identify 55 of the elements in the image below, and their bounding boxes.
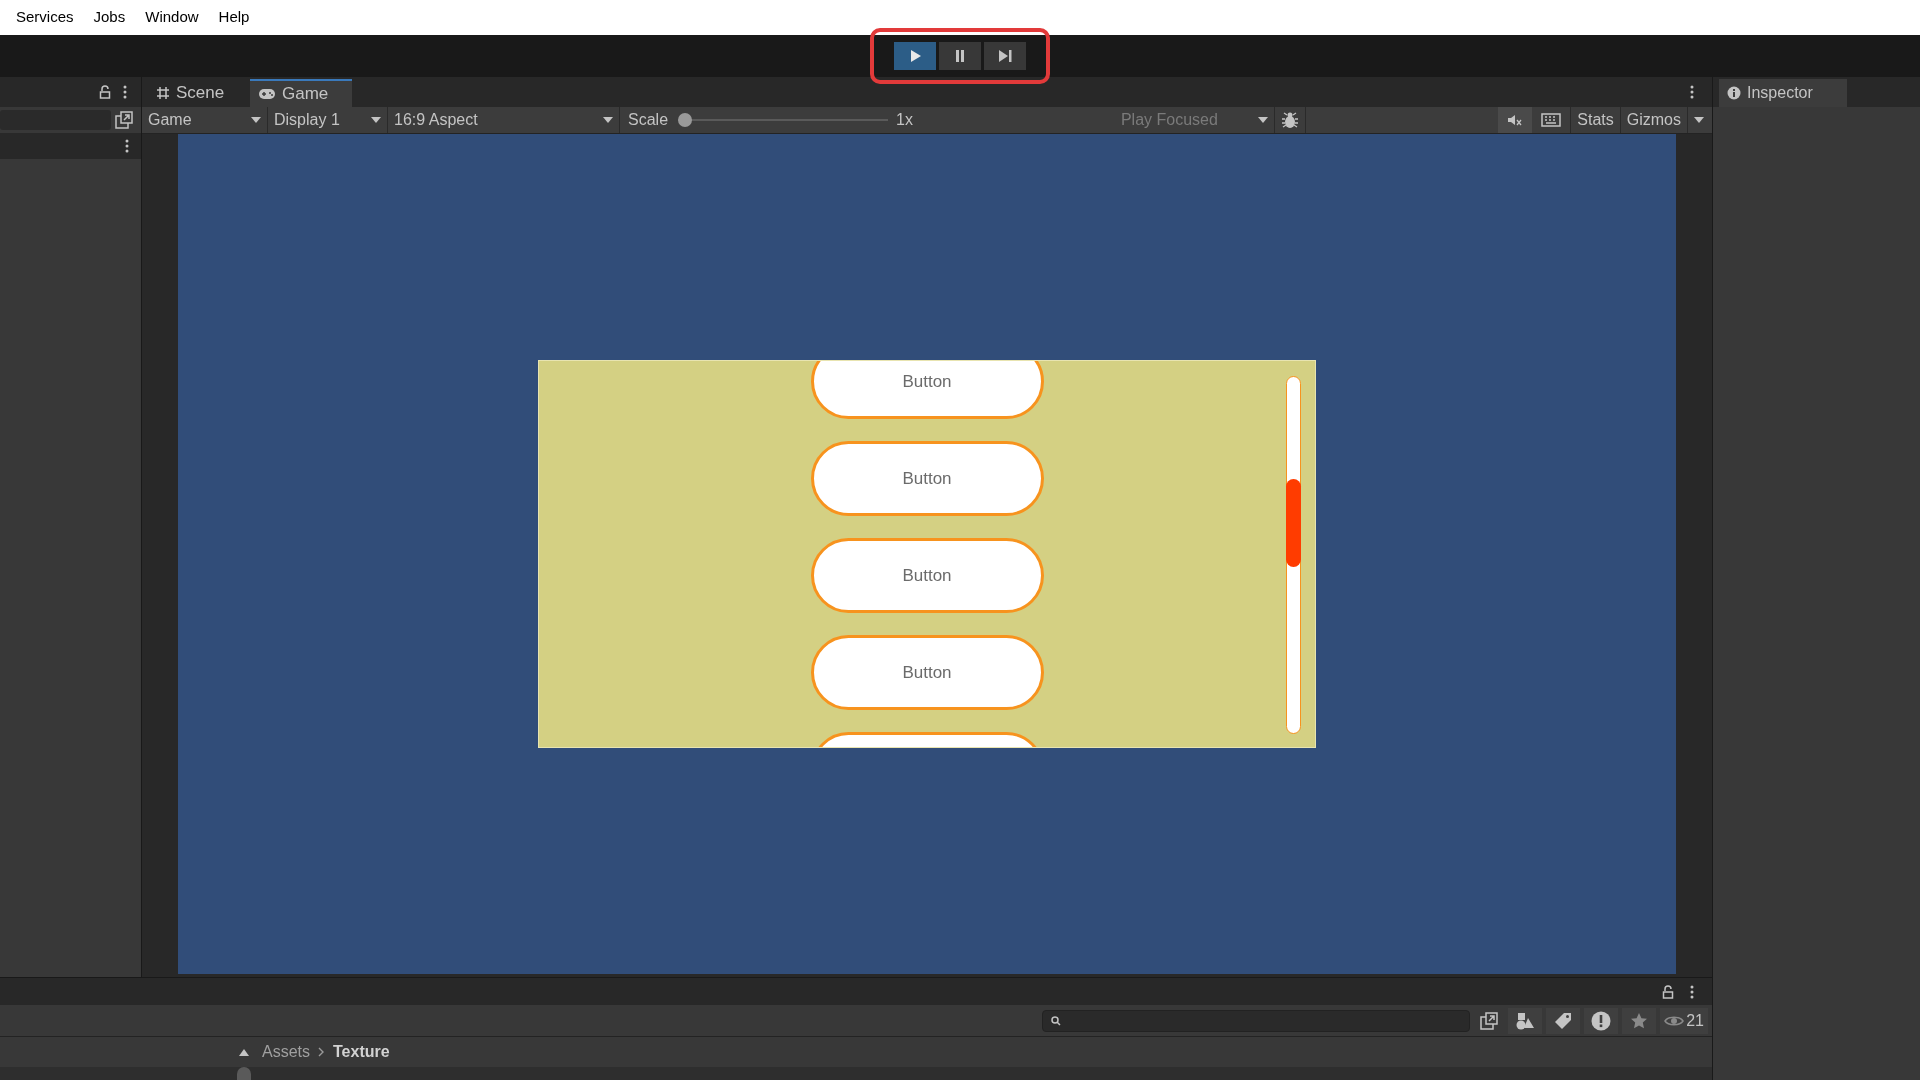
scale-label: Scale — [627, 110, 670, 130]
pause-button[interactable] — [939, 42, 981, 70]
more-options-icon[interactable] — [125, 139, 129, 153]
scale-slider[interactable] — [678, 113, 889, 127]
caret-icon — [1257, 117, 1268, 123]
grid-icon — [156, 86, 170, 100]
caret-icon — [371, 117, 381, 123]
step-icon — [996, 47, 1014, 65]
more-options-icon[interactable] — [1690, 85, 1694, 99]
scale-value: 1x — [895, 110, 913, 130]
stats-button[interactable]: Stats — [1570, 107, 1620, 133]
aspect-dropdown[interactable]: 16:9 Aspect — [388, 107, 620, 133]
display-dropdown[interactable]: Display 1 — [268, 107, 388, 133]
search-icon — [1051, 1015, 1062, 1026]
mute-audio-icon[interactable] — [1498, 107, 1533, 133]
game-button[interactable]: Button — [810, 635, 1044, 710]
scrollbar-handle[interactable] — [1286, 479, 1301, 567]
more-options-icon[interactable] — [1690, 984, 1694, 999]
scroll-up-icon[interactable] — [239, 1048, 249, 1056]
game-button[interactable]: Button — [810, 361, 1044, 419]
expand-icon[interactable] — [1480, 1011, 1499, 1030]
caret-icon — [251, 117, 261, 123]
game-button[interactable]: Button — [810, 538, 1044, 613]
keyboard-icon[interactable] — [1541, 113, 1562, 127]
caret-icon — [603, 117, 613, 123]
menu-item[interactable]: Jobs — [83, 6, 136, 29]
play-button[interactable] — [894, 42, 936, 70]
eye-icon[interactable] — [1664, 1014, 1685, 1027]
step-button[interactable] — [984, 42, 1026, 70]
gamepad-icon — [258, 88, 276, 100]
scrollbar-handle[interactable] — [237, 1067, 251, 1080]
view-tab[interactable]: Game — [250, 79, 352, 107]
view-dropdown[interactable]: Game — [142, 107, 268, 133]
breadcrumb-item[interactable]: Assets — [262, 1040, 310, 1064]
slider-thumb[interactable] — [678, 113, 693, 127]
bug-icon[interactable] — [1280, 111, 1299, 129]
visible-count: 21 — [1686, 1010, 1704, 1031]
info-icon — [1727, 86, 1741, 100]
game-button[interactable]: Button — [810, 441, 1044, 516]
lock-icon[interactable] — [99, 85, 111, 99]
breadcrumb-item[interactable]: Texture — [333, 1040, 390, 1064]
gizmos-button[interactable]: Gizmos — [1619, 107, 1687, 133]
menu-item[interactable]: Services — [6, 6, 84, 29]
tag-icon[interactable] — [1546, 1007, 1581, 1034]
warning-icon[interactable] — [1584, 1007, 1619, 1034]
menu-item[interactable]: Window — [135, 6, 209, 29]
search-field[interactable] — [1042, 1009, 1471, 1032]
menu-item[interactable]: Help — [208, 6, 260, 29]
lock-icon[interactable] — [1662, 984, 1674, 999]
expand-icon[interactable] — [115, 111, 133, 129]
caret-icon[interactable] — [1694, 117, 1704, 123]
chevron-right-icon — [318, 1047, 325, 1057]
more-options-icon[interactable] — [123, 85, 127, 99]
inspector-tab[interactable]: Inspector — [1719, 79, 1847, 107]
shapes-icon[interactable] — [1508, 1007, 1543, 1034]
